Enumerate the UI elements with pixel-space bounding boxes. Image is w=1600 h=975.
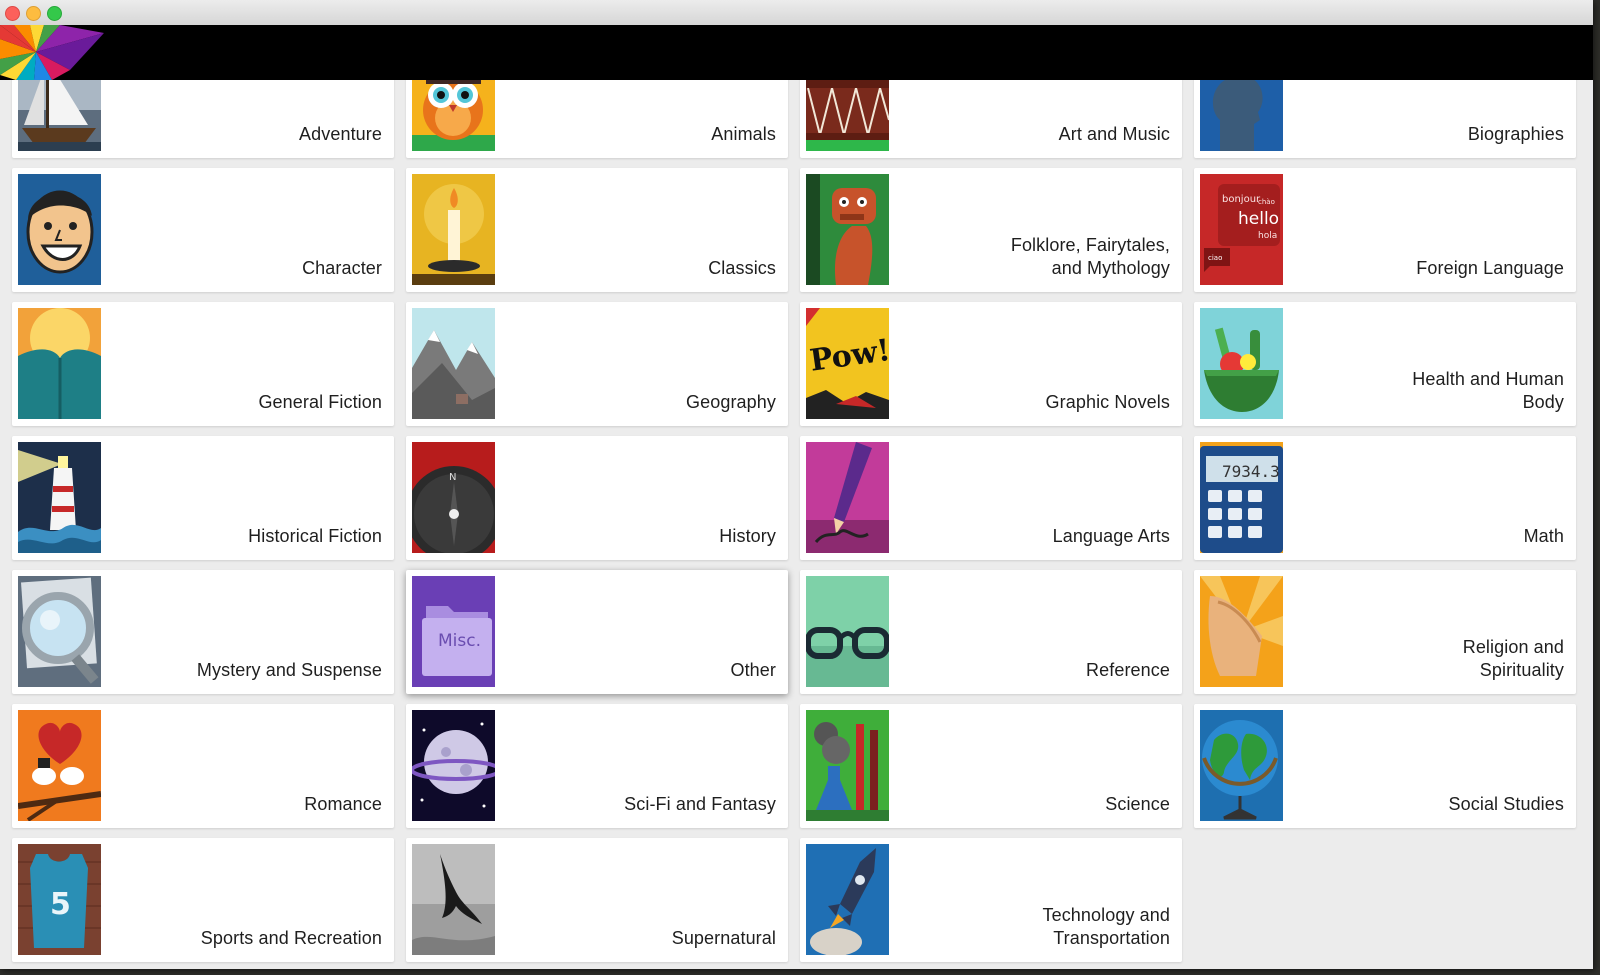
category-label: Foreign Language — [1416, 258, 1564, 278]
category-tile-geography[interactable]: Geography — [406, 302, 788, 426]
category-grid-viewport[interactable]: Adventure Animals Art and Music Biograph… — [0, 80, 1593, 969]
category-label: Health and Human Body — [1412, 369, 1564, 412]
icon-text: 5 — [50, 887, 71, 922]
globe-icon — [1200, 710, 1283, 821]
vegetable-bowl-icon — [1200, 308, 1283, 419]
icon-word: chào — [1258, 198, 1275, 206]
category-tile-science[interactable]: Science — [800, 704, 1182, 828]
category-tile-supernatural[interactable]: Supernatural — [406, 838, 788, 962]
category-label: Historical Fiction — [248, 526, 382, 546]
category-label: Geography — [686, 392, 776, 412]
category-tile-romance[interactable]: Romance — [12, 704, 394, 828]
mountains-icon — [412, 308, 495, 419]
category-tile-general-fiction[interactable]: General Fiction — [12, 302, 394, 426]
category-label: Folklore, Fairytales, and Mythology — [1010, 235, 1170, 278]
icon-word: hello — [1238, 209, 1279, 229]
close-window-button[interactable] — [5, 6, 20, 21]
minimize-window-button[interactable] — [26, 6, 41, 21]
speech-bubble-hello-icon: bonjour chào hello hola ciao — [1200, 174, 1283, 285]
category-label: Animals — [711, 124, 776, 144]
icon-text: Misc. — [438, 631, 481, 651]
misc-folder-icon: Misc. — [412, 576, 495, 687]
bat-icon — [412, 844, 495, 955]
category-label: Math — [1523, 526, 1564, 546]
icon-word: hola — [1258, 231, 1277, 241]
zoom-window-button[interactable] — [47, 6, 62, 21]
category-label: Technology and Transportation — [1042, 905, 1170, 948]
category-tile-history[interactable]: N History — [406, 436, 788, 560]
app-window: Adventure Animals Art and Music Biograph… — [0, 0, 1593, 969]
praying-hands-icon — [1200, 576, 1283, 687]
candle-icon — [412, 174, 495, 285]
chemistry-flask-icon — [806, 710, 889, 821]
category-label: Other — [730, 660, 776, 680]
category-tile-art-and-music[interactable]: Art and Music — [800, 80, 1182, 158]
category-label: Mystery and Suspense — [196, 660, 382, 680]
category-tile-technology[interactable]: Technology and Transportation — [800, 838, 1182, 962]
category-label: Romance — [304, 794, 382, 814]
category-label: Character — [302, 258, 382, 278]
category-label: Supernatural — [671, 928, 776, 948]
category-tile-classics[interactable]: Classics — [406, 168, 788, 292]
icon-text: N — [449, 472, 456, 483]
magnifying-glass-icon — [18, 576, 101, 687]
category-tile-reference[interactable]: Reference — [800, 570, 1182, 694]
category-tile-biographies[interactable]: Biographies — [1194, 80, 1576, 158]
window-titlebar — [0, 0, 1593, 26]
icon-word: ciao — [1208, 254, 1222, 262]
category-tile-mystery[interactable]: Mystery and Suspense — [12, 570, 394, 694]
pow-comic-icon: Pow! — [806, 308, 889, 419]
category-tile-other[interactable]: Misc. Other — [406, 570, 788, 694]
category-label: Sports and Recreation — [200, 928, 382, 948]
category-tile-graphic-novels[interactable]: Pow! Graphic Novels — [800, 302, 1182, 426]
category-tile-folklore[interactable]: Folklore, Fairytales, and Mythology — [800, 168, 1182, 292]
category-tile-adventure[interactable]: Adventure — [12, 80, 394, 158]
icon-word: bonjour — [1222, 194, 1261, 205]
category-label: Biographies — [1467, 124, 1564, 144]
category-label: Graphic Novels — [1045, 392, 1170, 412]
category-tile-scifi[interactable]: Sci-Fi and Fantasy — [406, 704, 788, 828]
category-label: General Fiction — [258, 392, 382, 412]
drum-icon — [806, 80, 889, 151]
lighthouse-icon — [18, 442, 101, 553]
category-label: Science — [1105, 794, 1170, 814]
category-tile-historical-fiction[interactable]: Historical Fiction — [12, 436, 394, 560]
lovebirds-heart-icon — [18, 710, 101, 821]
category-label: History — [719, 526, 776, 546]
category-label: Classics — [708, 258, 776, 278]
planet-icon — [412, 710, 495, 821]
category-label: Adventure — [299, 124, 382, 144]
category-tile-animals[interactable]: Animals — [406, 80, 788, 158]
category-tile-language-arts[interactable]: Language Arts — [800, 436, 1182, 560]
category-tile-social-studies[interactable]: Social Studies — [1194, 704, 1576, 828]
header-bar — [0, 25, 1593, 80]
rainbow-pinwheel-logo-icon[interactable] — [0, 25, 104, 80]
dragon-icon — [806, 174, 889, 285]
category-label: Reference — [1086, 660, 1170, 680]
jersey-icon: 5 — [18, 844, 101, 955]
icon-text: 7934.3 — [1222, 462, 1280, 481]
category-tile-math[interactable]: 7934.3 Math — [1194, 436, 1576, 560]
category-label: Religion and Spirituality — [1462, 637, 1564, 680]
open-book-icon — [18, 308, 101, 419]
category-tile-religion[interactable]: Religion and Spirituality — [1194, 570, 1576, 694]
owl-icon — [412, 80, 495, 151]
category-tile-character[interactable]: Character — [12, 168, 394, 292]
category-tile-foreign-language[interactable]: bonjour chào hello hola ciao Foreign Languag… — [1194, 168, 1576, 292]
rocket-icon — [806, 844, 889, 955]
smiling-face-icon — [18, 174, 101, 285]
category-tile-sports[interactable]: 5 Sports and Recreation — [12, 838, 394, 962]
category-label: Sci-Fi and Fantasy — [624, 794, 776, 814]
category-grid: Adventure Animals Art and Music Biograph… — [12, 80, 1576, 962]
category-label: Art and Music — [1058, 124, 1170, 144]
category-label: Language Arts — [1052, 526, 1170, 546]
category-tile-health[interactable]: Health and Human Body — [1194, 302, 1576, 426]
ship-icon — [18, 80, 101, 151]
compass-icon: N — [412, 442, 495, 553]
eyeglasses-icon — [806, 576, 889, 687]
head-silhouette-icon — [1200, 80, 1283, 151]
calculator-icon: 7934.3 — [1200, 442, 1283, 553]
pencil-icon — [806, 442, 889, 553]
category-label: Social Studies — [1448, 794, 1564, 814]
